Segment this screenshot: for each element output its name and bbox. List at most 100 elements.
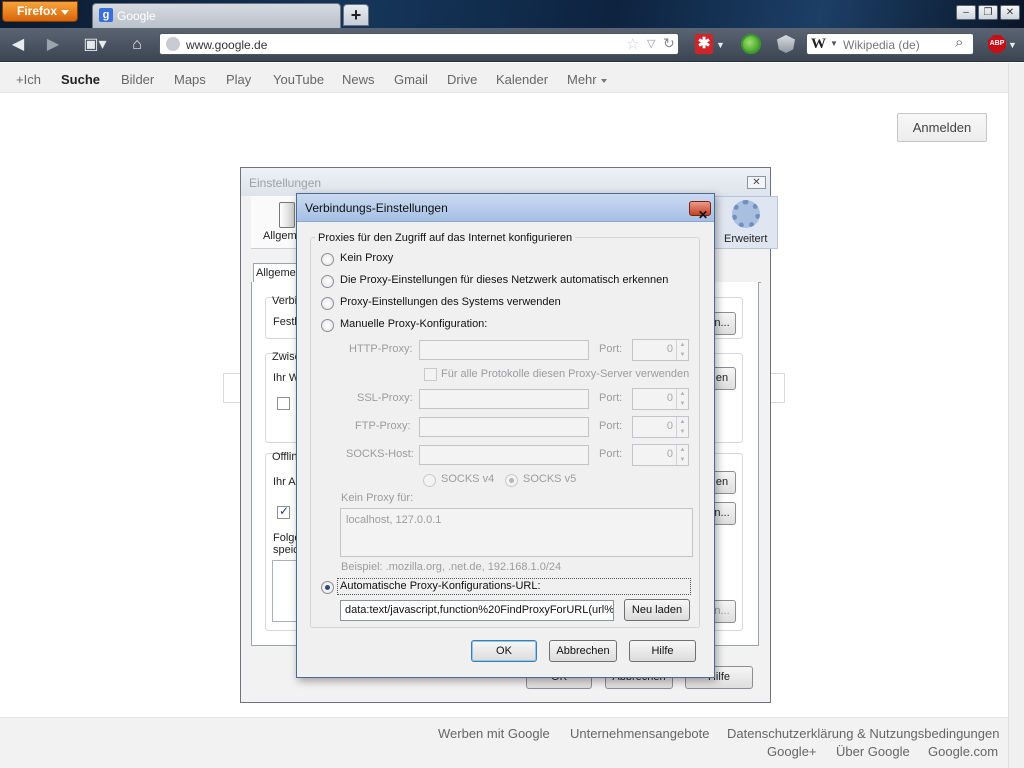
- label-auto-detect[interactable]: Die Proxy-Einstellungen für dieses Netzw…: [340, 274, 668, 286]
- connection-title: Verbindungs-Einstellungen: [305, 201, 448, 215]
- radio-selected-dot: [509, 478, 514, 483]
- http-proxy-input[interactable]: [419, 340, 589, 360]
- label-manual-proxy[interactable]: Manuelle Proxy-Konfiguration:: [340, 318, 487, 330]
- forward-arrow-icon[interactable]: ▶: [42, 35, 64, 55]
- sign-in-button[interactable]: Anmelden: [897, 113, 987, 142]
- restore-button[interactable]: ❐: [978, 5, 998, 20]
- reload-icon[interactable]: ↻: [663, 35, 675, 52]
- chevron-down-icon: [600, 78, 607, 83]
- spin-up-icon[interactable]: ▲: [677, 340, 688, 350]
- close-icon[interactable]: ✕: [747, 176, 766, 189]
- ssl-proxy-input[interactable]: [419, 389, 589, 409]
- ftp-proxy-input[interactable]: [419, 417, 589, 437]
- ssl-port-stepper[interactable]: 0 ▲ ▼: [632, 388, 689, 410]
- all-protocols-checkbox[interactable]: [424, 368, 437, 381]
- pac-url-input[interactable]: data:text/javascript,function%20FindProx…: [340, 600, 614, 621]
- socks-port-stepper[interactable]: 0 ▲ ▼: [632, 444, 689, 466]
- radio-auto-detect[interactable]: [321, 275, 334, 288]
- radio-socks-v5[interactable]: [505, 474, 518, 487]
- spin-up-icon[interactable]: ▲: [677, 389, 688, 399]
- adblock-icon[interactable]: ABP: [988, 35, 1006, 53]
- chevron-down-icon[interactable]: ▼: [716, 40, 725, 50]
- gbar-item-gmail[interactable]: Gmail: [394, 72, 428, 87]
- gbar-item-ich[interactable]: +Ich: [16, 72, 41, 87]
- home-icon[interactable]: ⌂: [126, 35, 148, 55]
- radio-pac-url[interactable]: [321, 581, 334, 594]
- cancel-button[interactable]: Abbrechen: [549, 640, 617, 662]
- title-bar: Firefox g Google + – ❐ ✕: [0, 0, 1024, 28]
- footer-link-googlecom[interactable]: Google.com: [928, 744, 998, 759]
- search-placeholder: Wikipedia (de): [843, 38, 920, 52]
- label-system-proxy[interactable]: Proxy-Einstellungen des Systems verwende…: [340, 296, 561, 308]
- reload-pac-button[interactable]: Neu laden: [624, 599, 690, 621]
- gbar-item-suche[interactable]: Suche: [61, 72, 100, 87]
- firefox-menu-label: Firefox: [17, 4, 58, 18]
- pane-erweitert-label: Erweitert: [724, 233, 768, 245]
- wikipedia-icon[interactable]: W: [811, 36, 826, 53]
- gbar-item-news[interactable]: News: [342, 72, 375, 87]
- search-bar[interactable]: W ▼ Wikipedia (de) ⌕: [806, 33, 974, 55]
- vertical-scrollbar[interactable]: [1008, 63, 1024, 768]
- http-port-stepper[interactable]: 0 ▲ ▼: [632, 339, 689, 361]
- gbar-item-kalender[interactable]: Kalender: [496, 72, 548, 87]
- label-no-proxy[interactable]: Kein Proxy: [340, 252, 393, 264]
- radio-manual-proxy[interactable]: [321, 319, 334, 332]
- ok-button[interactable]: OK: [471, 640, 537, 662]
- radio-socks-v4[interactable]: [423, 474, 436, 487]
- pane-erweitert[interactable]: Erweitert: [713, 196, 778, 249]
- footer-link-ueber[interactable]: Über Google: [836, 744, 910, 759]
- gbar-item-bilder[interactable]: Bilder: [121, 72, 154, 87]
- footer-link-werben[interactable]: Werben mit Google: [438, 726, 550, 741]
- google-bar: +Ich Suche Bilder Maps Play YouTube News…: [0, 63, 1008, 93]
- no-proxy-textarea[interactable]: localhost, 127.0.0.1: [340, 508, 693, 557]
- socks-host-input[interactable]: [419, 445, 589, 465]
- bookmarks-star-icon[interactable]: ▣▾: [80, 35, 110, 55]
- spin-down-icon[interactable]: ▼: [677, 350, 688, 360]
- gbar-item-play[interactable]: Play: [226, 72, 251, 87]
- site-identity-icon[interactable]: [166, 37, 180, 51]
- bookmark-star-icon[interactable]: ☆: [626, 35, 639, 53]
- search-icon[interactable]: ⌕: [955, 34, 963, 51]
- close-icon: ✕: [698, 208, 709, 222]
- gbar-item-youtube[interactable]: YouTube: [273, 72, 324, 87]
- extension-green-icon[interactable]: [741, 34, 761, 54]
- label-pac-url[interactable]: Automatische Proxy-Konfigurations-URL:: [340, 580, 541, 592]
- spin-down-icon[interactable]: ▼: [677, 455, 688, 465]
- radio-no-proxy[interactable]: [321, 253, 334, 266]
- spin-up-icon[interactable]: ▲: [677, 445, 688, 455]
- back-arrow-icon[interactable]: ◀: [7, 35, 29, 55]
- chevron-down-icon[interactable]: ▼: [1008, 40, 1017, 50]
- label-ssl-proxy: SSL-Proxy:: [357, 392, 413, 404]
- label-socks-host: SOCKS-Host:: [346, 448, 414, 460]
- help-button[interactable]: Hilfe: [629, 640, 696, 662]
- label-http-port: Port:: [599, 343, 623, 355]
- footer-link-googleplus[interactable]: Google+: [767, 744, 817, 759]
- gbar-item-maps[interactable]: Maps: [174, 72, 206, 87]
- connection-settings-dialog: Verbindungs-Einstellungen ✕ Proxies für …: [296, 193, 715, 678]
- checkmark-icon: ✓: [279, 504, 290, 518]
- spin-down-icon[interactable]: ▼: [677, 399, 688, 409]
- offline-checkbox[interactable]: ✓: [277, 504, 290, 519]
- close-window-button[interactable]: ✕: [1000, 5, 1020, 20]
- minimize-button[interactable]: –: [956, 5, 976, 20]
- spin-up-icon[interactable]: ▲: [677, 417, 688, 427]
- pac-url-value: data:text/javascript,function%20FindProx…: [345, 604, 614, 616]
- tab-google[interactable]: g Google: [92, 3, 341, 28]
- gbar-item-mehr[interactable]: Mehr: [567, 72, 607, 87]
- close-button[interactable]: ✕: [689, 201, 711, 222]
- label-no-proxy-for: Kein Proxy für:: [341, 492, 414, 504]
- extension-shield-icon[interactable]: [777, 35, 795, 53]
- history-dropdown-icon[interactable]: ▽: [647, 37, 655, 50]
- cache-checkbox[interactable]: [277, 397, 290, 410]
- url-bar[interactable]: www.google.de ☆ ▽ ↻: [159, 33, 679, 55]
- footer-link-datenschutz[interactable]: Datenschutzerklärung & Nutzungsbedingung…: [727, 726, 999, 741]
- firefox-menu-button[interactable]: Firefox: [2, 1, 78, 22]
- gbar-item-drive[interactable]: Drive: [447, 72, 477, 87]
- extension-asterisk-icon[interactable]: ✱: [695, 34, 713, 54]
- spin-down-icon[interactable]: ▼: [677, 427, 688, 437]
- chevron-down-icon[interactable]: ▼: [830, 39, 838, 48]
- radio-system-proxy[interactable]: [321, 297, 334, 310]
- new-tab-button[interactable]: +: [343, 4, 369, 26]
- ftp-port-stepper[interactable]: 0 ▲ ▼: [632, 416, 689, 438]
- footer-link-unternehmen[interactable]: Unternehmensangebote: [570, 726, 710, 741]
